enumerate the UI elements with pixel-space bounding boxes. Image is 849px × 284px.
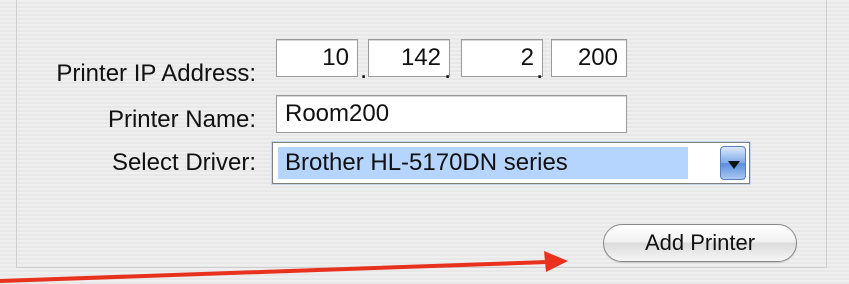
ip-separator-1: . — [360, 54, 368, 84]
ip-address-label: Printer IP Address: — [56, 60, 256, 87]
driver-select-value: Brother HL-5170DN series — [278, 147, 688, 179]
chevron-down-icon[interactable] — [720, 146, 746, 180]
driver-select[interactable]: Brother HL-5170DN series — [272, 142, 750, 184]
printer-name-label: Printer Name: — [107, 106, 256, 133]
dropdown-triangle — [728, 161, 740, 169]
printer-setup-panel: Printer IP Address: 10 . 142 . 2 . 200 P… — [0, 0, 849, 284]
add-printer-button[interactable]: Add Printer — [603, 224, 797, 262]
ip-octet-1-field[interactable]: 10 — [276, 39, 358, 77]
ip-separator-2: . — [444, 54, 452, 84]
ip-separator-3: . — [536, 54, 544, 84]
ip-octet-2-field[interactable]: 142 — [368, 39, 450, 77]
select-driver-label: Select Driver: — [111, 149, 256, 176]
ip-octet-3-field[interactable]: 2 — [461, 39, 543, 77]
printer-name-field[interactable]: Room200 — [276, 95, 627, 133]
ip-octet-4-field[interactable]: 200 — [551, 39, 627, 77]
